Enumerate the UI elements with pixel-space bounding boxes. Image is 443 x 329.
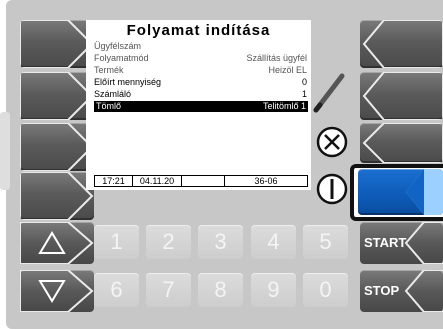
row-hose-selected[interactable]: Tömlő Telitömlő 1 xyxy=(94,101,308,112)
start-button[interactable]: START xyxy=(360,222,443,264)
status-code: 36-06 xyxy=(254,176,278,186)
triangle-up-icon xyxy=(38,231,66,254)
left-softkey-1[interactable] xyxy=(20,20,94,68)
row-product: Termék Heizöl EL xyxy=(94,65,307,75)
numpad-key-9[interactable]: 9 xyxy=(251,273,296,307)
numpad-key-2[interactable]: 2 xyxy=(146,225,191,259)
row-meter[interactable]: Számláló 1 xyxy=(94,89,307,100)
left-softkey-4[interactable] xyxy=(20,172,94,220)
status-bar: 17:21 04.11.20 36-06 xyxy=(94,175,308,187)
bezel-side-tab xyxy=(0,112,10,190)
power-i-circle-icon[interactable] xyxy=(316,172,348,206)
row-customer-number: Ügyfélszám xyxy=(94,41,142,51)
status-time: 17:21 xyxy=(95,176,133,186)
stop-button[interactable]: STOP xyxy=(360,270,443,312)
cancel-x-circle-icon[interactable] xyxy=(316,126,348,158)
numpad-key-5[interactable]: 5 xyxy=(303,225,348,259)
right-softkey-4-active[interactable] xyxy=(358,169,443,215)
numpad-key-7[interactable]: 7 xyxy=(146,273,191,307)
arrow-up-button[interactable] xyxy=(20,222,94,264)
numpad-key-1[interactable]: 1 xyxy=(94,225,139,259)
right-softkey-3[interactable] xyxy=(360,123,443,163)
numpad-key-4[interactable]: 4 xyxy=(251,225,296,259)
status-empty-field xyxy=(182,176,225,186)
numpad-key-0[interactable]: 0 xyxy=(303,273,348,307)
row-preset-quantity[interactable]: Előírt mennyiség 0 xyxy=(94,77,307,88)
right-softkey-2[interactable] xyxy=(360,72,443,120)
display-screen: Folyamat indítása Ügyfélszám Folyamatmód… xyxy=(86,20,311,190)
numpad-key-6[interactable]: 6 xyxy=(94,273,139,307)
page-title: Folyamat indítása xyxy=(126,22,271,39)
arrow-down-button[interactable] xyxy=(20,270,94,312)
pencil-icon[interactable] xyxy=(312,70,346,114)
left-softkey-2[interactable] xyxy=(20,72,94,120)
right-softkey-1[interactable] xyxy=(360,20,443,68)
numpad-key-3[interactable]: 3 xyxy=(198,225,243,259)
left-softkey-3[interactable] xyxy=(20,123,94,171)
status-date: 04.11.20 xyxy=(133,176,182,186)
numpad-key-8[interactable]: 8 xyxy=(198,273,243,307)
row-process-mode: Folyamatmód Szállítás ügyfél xyxy=(94,53,307,63)
triangle-down-icon xyxy=(38,280,66,303)
